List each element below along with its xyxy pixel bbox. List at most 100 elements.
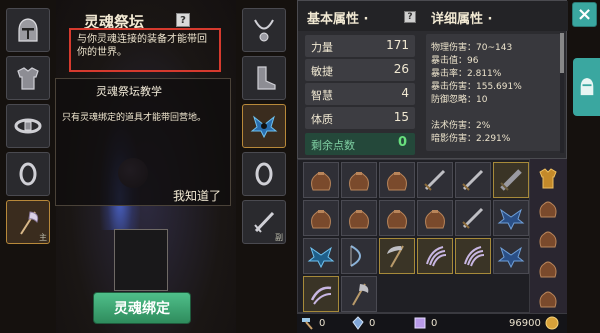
detail-line: 物理伤害：70~143 (431, 43, 513, 53)
basic-stats-header: 基本属性 · (307, 12, 369, 27)
detail-line: 暴击值：96 (431, 56, 479, 66)
stat-label: 力量 (311, 41, 333, 54)
inventory-slot[interactable] (379, 162, 415, 198)
inventory-slot[interactable] (455, 162, 491, 198)
currency-bar: 0 0 0 96900 (297, 313, 567, 333)
boots-slot[interactable] (242, 56, 286, 100)
close-button[interactable]: × (572, 2, 597, 27)
stats-help-icon[interactable]: ? (404, 11, 416, 23)
inventory-slot[interactable] (341, 200, 377, 236)
gold-count: 96900 (509, 317, 541, 329)
ring-icon (255, 162, 273, 186)
bag-icon (539, 261, 557, 278)
quick-slot[interactable] (531, 223, 565, 253)
inventory-slot[interactable] (303, 162, 339, 198)
detail-stats-header: 详细属性 · (431, 12, 493, 27)
currency-hammer: 0 (301, 316, 325, 330)
inventory-slot[interactable] (303, 238, 339, 274)
greatsword-icon (500, 169, 522, 191)
inventory-slot[interactable] (379, 200, 415, 236)
inventory-slot[interactable] (455, 200, 491, 236)
crystal-icon (352, 316, 364, 330)
stat-row: 敏捷 26 (305, 59, 415, 81)
trinket-slot[interactable] (242, 104, 286, 148)
inventory-slot[interactable] (379, 238, 415, 274)
inventory-slot[interactable] (417, 238, 453, 274)
inventory-slot[interactable] (455, 238, 491, 274)
belt-slot[interactable] (6, 104, 50, 148)
stat-row: 智慧 4 (305, 83, 415, 105)
quick-slot[interactable] (531, 163, 565, 193)
inventory-slot[interactable] (417, 162, 453, 198)
inventory-slot[interactable] (493, 238, 529, 274)
inventory-slot[interactable] (493, 162, 529, 198)
stats-panel: 基本属性 · ? 详细属性 · 力量 171 敏捷 26 智慧 4 体质 15 … (297, 0, 568, 159)
bag-icon (349, 172, 369, 191)
boots-icon (257, 66, 276, 90)
helmet-slot[interactable] (6, 8, 50, 52)
sword-icon (462, 207, 484, 229)
bat-wings-icon (307, 246, 335, 269)
stat-label: 敏捷 (311, 65, 333, 78)
inventory-slot[interactable] (341, 238, 377, 274)
detail-line: 暴击伤害：155.691% (431, 82, 522, 92)
altar-description: 与你灵魂连接的装备才能带回你的世界。 (69, 28, 221, 72)
bow-icon (350, 245, 361, 267)
currency-crystal: 0 (351, 316, 375, 330)
bag-icon (539, 201, 557, 218)
stat-value: 4 (401, 86, 409, 100)
soul-bind-button[interactable]: 灵魂绑定 (93, 292, 191, 324)
tutorial-popup: 灵魂祭坛教学 只有灵魂绑定的道具才能带回营地。 我知道了 (55, 78, 231, 206)
detail-line: 暗影伤害：2.291% (431, 134, 511, 144)
bag-icon (349, 210, 369, 229)
armor-slot[interactable] (6, 56, 50, 100)
free-points-value: 0 (397, 135, 407, 150)
altar-item-slot[interactable] (114, 229, 168, 291)
sword-icon (462, 169, 484, 191)
bat-wings-icon (250, 115, 278, 139)
bag-icon (311, 172, 331, 191)
stats-scroll-thumb[interactable] (560, 33, 564, 73)
bag-icon (539, 231, 557, 248)
gold-coin-icon (545, 316, 559, 330)
bag-icon (425, 210, 445, 229)
quick-slot[interactable] (531, 283, 565, 313)
main-hand-slot[interactable]: 主 (6, 200, 50, 244)
necklace-icon (254, 19, 274, 42)
claw-icon (426, 246, 447, 267)
gem-icon (414, 317, 426, 329)
help-icon[interactable]: ? (176, 13, 190, 27)
inventory-slot[interactable] (303, 200, 339, 236)
game-screen: 主 灵魂祭坛 ? 与你灵魂连接的装备才能带回你的世界。 灵魂祭坛教学 只有灵魂绑… (0, 0, 600, 333)
bat-wings-icon (497, 246, 525, 269)
detail-stats-box: 物理伤害：70~143 暴击值：96 暴击率：2.811% 暴击伤害：155.6… (426, 34, 562, 151)
quick-slot[interactable] (531, 193, 565, 223)
ring-slot-right[interactable] (242, 152, 286, 196)
detail-line: 暴击率：2.811% (431, 69, 502, 79)
inventory-slot[interactable] (493, 200, 529, 236)
equipment-tab[interactable] (573, 58, 600, 116)
inventory-slot[interactable] (417, 200, 453, 236)
inventory-slot[interactable] (303, 276, 339, 312)
helmet-icon (580, 78, 593, 96)
free-points-label: 剩余点数 (311, 139, 355, 152)
inventory-slot[interactable] (341, 276, 377, 312)
ring-slot-left[interactable] (6, 152, 50, 196)
bat-wings-icon (497, 208, 525, 231)
quick-slot[interactable] (531, 253, 565, 283)
necklace-slot[interactable] (242, 8, 286, 52)
gold-armor-icon (539, 168, 557, 189)
stat-value: 15 (393, 110, 409, 124)
bag-icon (387, 210, 407, 229)
tutorial-text: 只有灵魂绑定的道具才能带回营地。 (62, 113, 207, 123)
detail-line: 防御忽略：10 (431, 95, 488, 105)
claw-icon (464, 246, 485, 267)
tutorial-ok-button[interactable]: 我知道了 (173, 187, 221, 204)
belt-icon (14, 118, 42, 134)
currency-gold: 96900 (509, 316, 559, 330)
inventory-slot[interactable] (341, 162, 377, 198)
stat-label: 智慧 (311, 89, 333, 102)
off-hand-slot[interactable]: 副 (242, 200, 286, 244)
stats-scrollbar[interactable] (560, 33, 564, 153)
claw-icon (310, 286, 332, 305)
